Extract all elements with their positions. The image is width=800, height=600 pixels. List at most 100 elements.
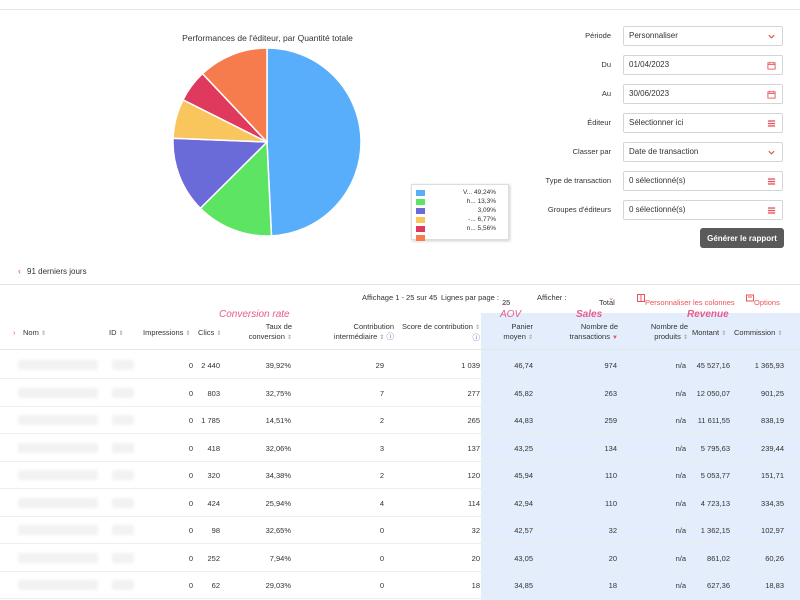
col-produits-label: produits — [654, 332, 681, 341]
info-icon[interactable]: ⓘ — [473, 333, 481, 342]
cell-taux: 14,51% — [265, 416, 291, 425]
pie-slice-0[interactable] — [266, 47, 362, 237]
legend-swatch — [416, 207, 425, 214]
cell-montant: 5 795,63 — [700, 443, 730, 453]
calendar-icon[interactable] — [767, 90, 776, 99]
calendar-icon[interactable] — [767, 61, 776, 70]
pagination-info: Affichage 1 - 25 sur 45 — [362, 293, 438, 302]
legend-item[interactable]: h... 13,3% — [416, 197, 504, 206]
legend-item[interactable]: n... 5,56% — [416, 224, 504, 233]
col-produits-label: Nombre de — [650, 322, 688, 331]
cell-panier: 42,57 — [514, 526, 533, 535]
col-taux[interactable]: Taux de conversion ⇕ — [240, 322, 292, 343]
list-icon — [767, 206, 776, 214]
legend-swatch — [416, 234, 425, 241]
cell-score: 120 — [467, 471, 480, 480]
cell-taux: 39,92% — [265, 361, 291, 370]
table-row[interactable]: 0 2 440 39,92% 29 1 039 46,74 974 n/a 45 527,16 1… — [0, 351, 800, 379]
du-date-input[interactable]: 01/04/2023 — [623, 54, 783, 75]
cell-transactions: 110 — [605, 498, 617, 508]
sort-icon: ⇕ — [40, 331, 46, 337]
col-panier[interactable]: Panier moyen ⇕ — [490, 322, 533, 343]
cell-taux: 7,94% — [269, 553, 291, 563]
expand-icon[interactable]: › — [13, 328, 16, 338]
table-row[interactable]: 0 418 32,06% 3 137 43,25 134 n/a 5 795,63 239,44 — [0, 434, 800, 462]
legend-swatch — [416, 189, 425, 196]
cell-clics: 418 — [207, 443, 220, 453]
col-nom[interactable]: Nom ⇕ — [23, 328, 46, 339]
generate-report-button[interactable]: Générer le rapport — [700, 228, 784, 248]
cell-commission: 239,44 — [761, 443, 784, 453]
col-commission[interactable]: Commission ⇕ — [734, 328, 782, 339]
periode-label: Période — [585, 31, 611, 40]
redacted-name — [18, 442, 98, 453]
cell-clics: 2 440 — [201, 361, 220, 370]
table-row[interactable]: 0 62 29,03% 0 18 34,85 18 n/a 627,36 18,83 — [0, 571, 800, 599]
col-montant-label: Montant — [692, 328, 720, 337]
cell-panier: 45,82 — [514, 388, 533, 398]
sort-desc-icon: ▼ — [612, 335, 618, 341]
cell-contrib: 0 — [379, 581, 384, 590]
groupes-select[interactable]: 0 sélectionné(s) — [623, 199, 783, 220]
col-impressions[interactable]: Impressions ⇕ — [143, 328, 191, 339]
divider — [0, 284, 800, 285]
cell-transactions: 263 — [604, 388, 617, 398]
groupes-value: 0 sélectionné(s) — [629, 205, 686, 214]
options-button[interactable]: Options — [746, 293, 780, 307]
top-bar — [0, 0, 800, 10]
cell-produits: n/a — [675, 471, 686, 480]
type-transaction-label: Type de transaction — [545, 176, 611, 185]
col-montant[interactable]: Montant ⇕ — [692, 328, 726, 339]
legend-item[interactable] — [416, 233, 504, 242]
col-score[interactable]: Score de contribution ⇕ ⓘ — [395, 322, 480, 343]
periode-select[interactable]: Personnaliser — [623, 25, 783, 46]
col-produits[interactable]: Nombre de produits ⇕ — [640, 322, 688, 343]
classer-select[interactable]: Date de transaction — [623, 141, 783, 162]
cell-montant: 45 527,16 — [696, 361, 730, 370]
legend-item[interactable]: V... 49,24% — [416, 188, 504, 197]
cell-score: 114 — [468, 498, 480, 508]
cell-taux: 29,03% — [265, 581, 291, 590]
legend-swatch — [416, 225, 425, 232]
legend-item[interactable]: 3,09% — [416, 206, 504, 215]
col-contribution-label: Contribution — [353, 322, 394, 331]
back-link[interactable]: ‹ 91 derniers jours — [18, 266, 87, 276]
chevron-down-icon — [768, 150, 775, 155]
rows-per-page-label: Lignes par page : — [441, 293, 499, 302]
col-contribution[interactable]: Contribution intermédiaire ⇕ ⓘ — [320, 322, 394, 343]
table-row[interactable]: 0 252 7,94% 0 20 43,05 20 n/a 861,02 60,26 — [0, 544, 800, 572]
redacted-name — [18, 470, 98, 480]
col-clics[interactable]: Clics ⇕ — [198, 328, 221, 339]
legend-label: V... 49,24% — [462, 189, 496, 196]
cell-commission: 151,71 — [761, 471, 784, 480]
cell-taux: 32,65% — [265, 526, 291, 535]
legend-swatch — [416, 198, 425, 205]
editeur-select[interactable]: Sélectionner ici — [623, 112, 783, 133]
col-taux-label: Taux de — [265, 322, 292, 331]
table-row[interactable]: 0 424 25,94% 4 114 42,94 110 n/a 4 723,13 334,35 — [0, 489, 800, 517]
table-row[interactable]: 0 803 32,75% 7 277 45,82 263 n/a 12 050,07 901,25 — [0, 379, 800, 407]
cell-commission: 838,19 — [761, 416, 784, 425]
au-value: 30/06/2023 — [629, 89, 670, 98]
redacted-name — [18, 415, 98, 425]
cell-produits: n/a — [675, 553, 686, 563]
cell-montant: 1 362,15 — [700, 526, 730, 535]
table-row[interactable]: 0 1 785 14,51% 2 265 44,83 259 n/a 11 611,55 838,… — [0, 406, 800, 434]
info-icon[interactable]: ⓘ — [387, 332, 395, 341]
cell-transactions: 32 — [608, 526, 617, 535]
col-id[interactable]: ID ⇕ — [109, 328, 124, 339]
customize-columns-button[interactable]: Personnaliser les colonnes — [637, 293, 735, 307]
redacted-id — [112, 497, 134, 508]
au-date-input[interactable]: 30/06/2023 — [623, 83, 783, 104]
type-transaction-select[interactable]: 0 sélectionné(s) — [623, 170, 783, 191]
col-transactions[interactable]: Nombre de transactions ▼ — [555, 322, 618, 343]
table-row[interactable]: 0 320 34,38% 2 120 45,94 110 n/a 5 053,77 151,71 — [0, 461, 800, 489]
back-link-label: 91 derniers jours — [27, 266, 87, 276]
cell-montant: 4 723,13 — [700, 498, 730, 508]
cell-montant: 11 611,55 — [697, 416, 730, 425]
redacted-id — [112, 470, 134, 480]
legend-item[interactable]: -... 6,77% — [416, 215, 504, 224]
afficher-label: Afficher : — [537, 293, 567, 302]
cell-score: 20 — [471, 553, 480, 563]
table-row[interactable]: 0 98 32,65% 0 32 42,57 32 n/a 1 362,15 102,97 — [0, 516, 800, 544]
